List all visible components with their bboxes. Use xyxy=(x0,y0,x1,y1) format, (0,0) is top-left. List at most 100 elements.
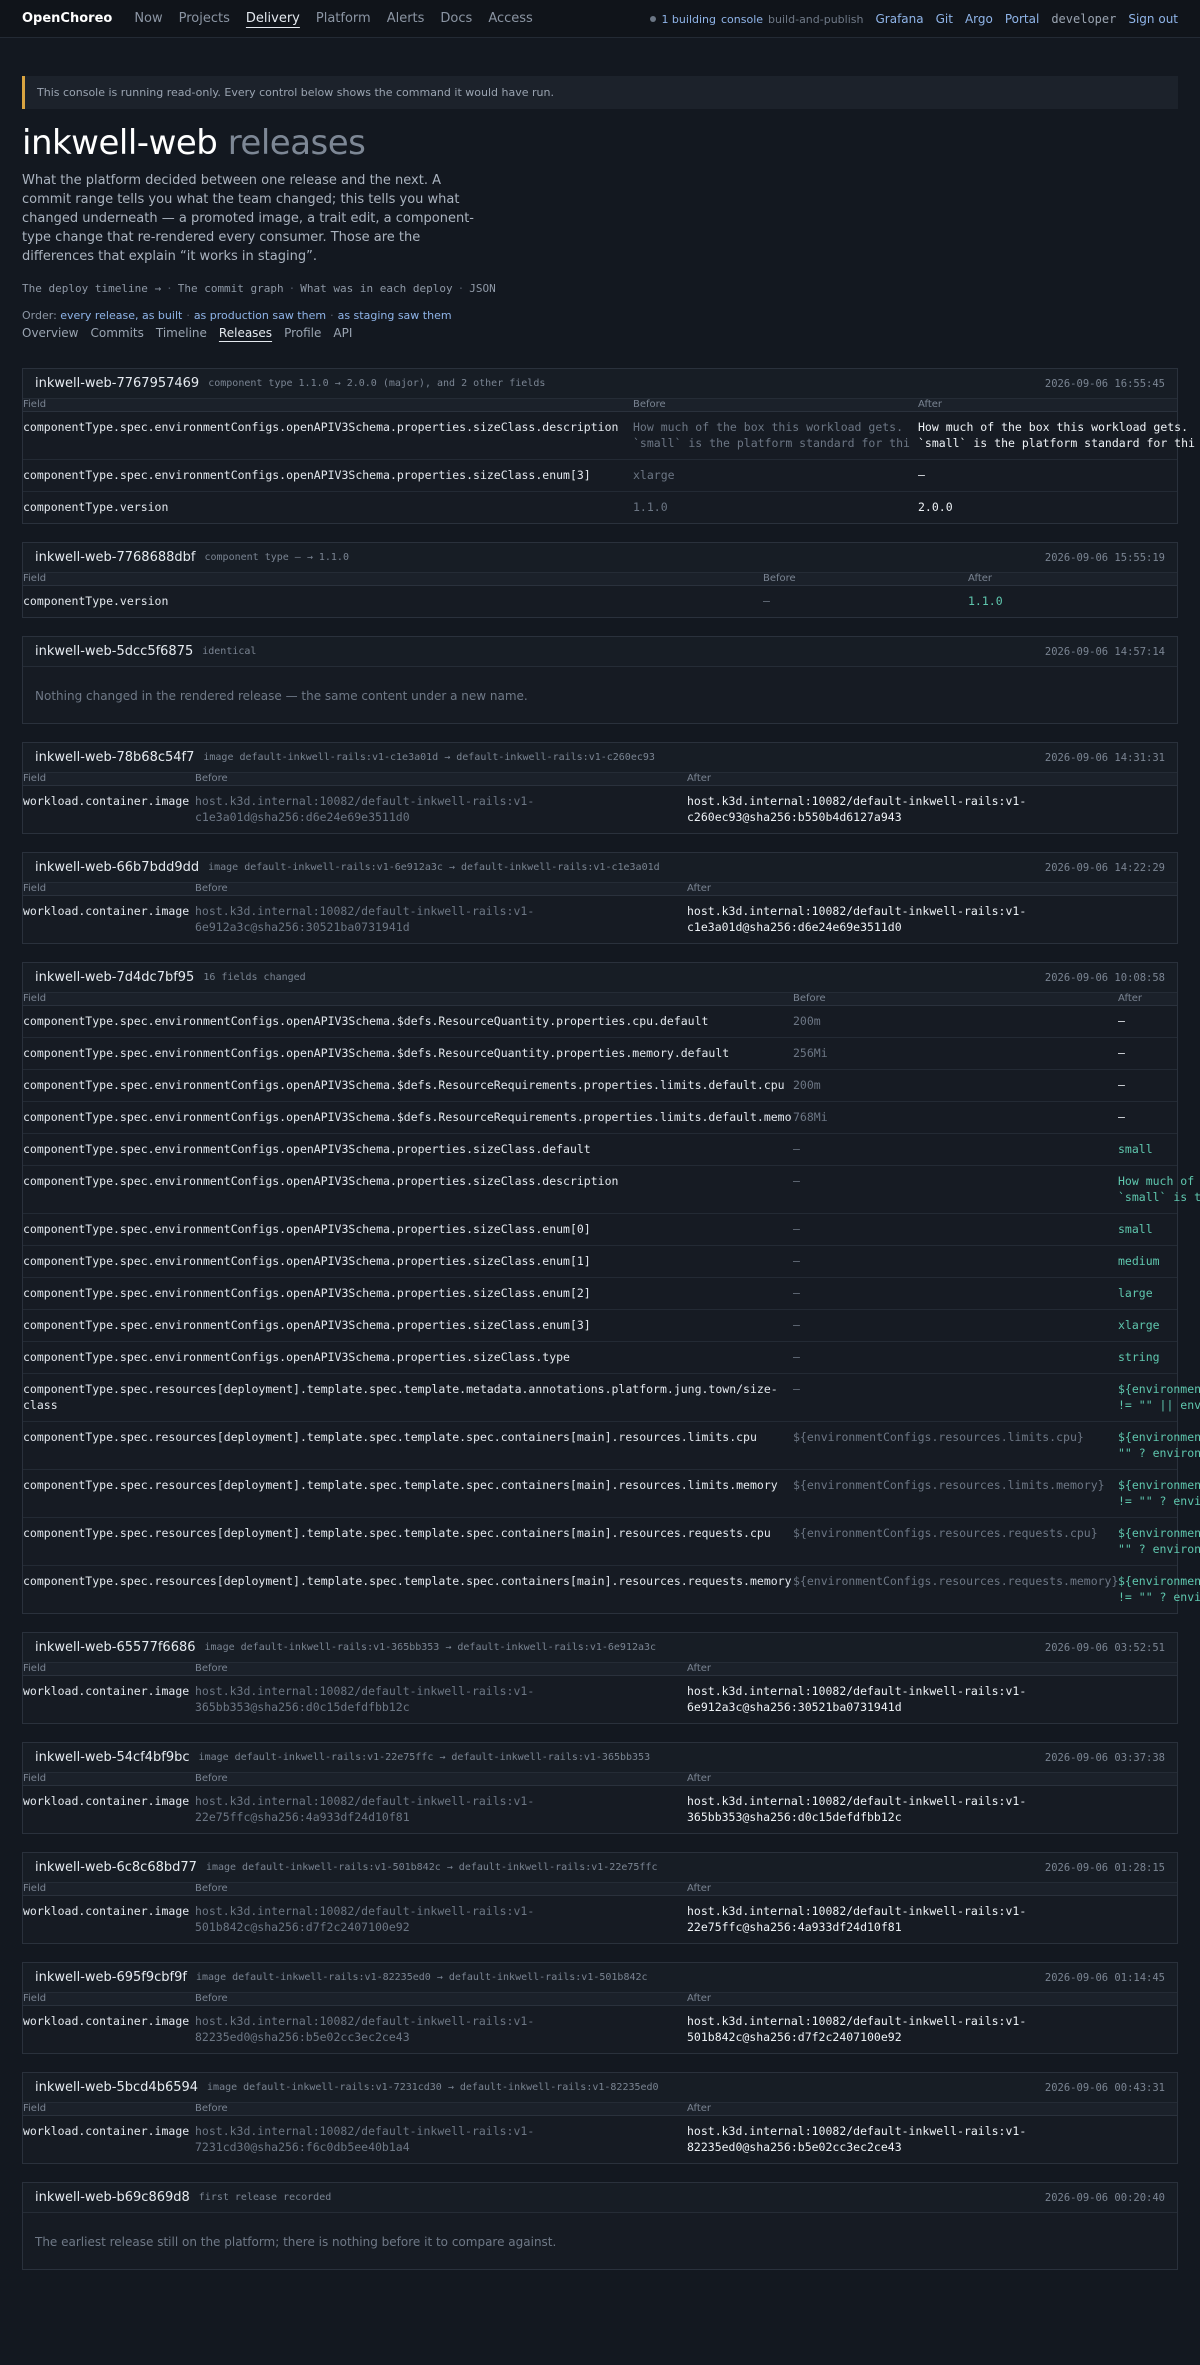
tab-api[interactable]: API xyxy=(333,326,352,340)
release-summary: image default-inkwell-rails:v1-7231cd30 … xyxy=(207,2082,659,2093)
tab-profile[interactable]: Profile xyxy=(284,326,321,340)
order-label: Order: xyxy=(22,309,57,322)
diff-after-value: — xyxy=(1118,1014,1125,1028)
diff-field: componentType.spec.resources[deployment]… xyxy=(23,1430,757,1444)
diff-row: workload.container.image host.k3d.interna… xyxy=(23,2116,1177,2163)
diff-row: workload.container.image host.k3d.interna… xyxy=(23,1676,1177,1723)
column-header-before: Before xyxy=(763,573,796,584)
diff-before-value: 1.1.0 xyxy=(633,500,668,514)
link-commit-graph[interactable]: The commit graph xyxy=(178,282,284,295)
diff-before-value: — xyxy=(793,1222,800,1236)
link-portal[interactable]: Portal xyxy=(1005,12,1039,26)
diff-field: workload.container.image xyxy=(23,2124,190,2138)
release-name[interactable]: inkwell-web-7d4dc7bf95 xyxy=(35,970,194,985)
release-name[interactable]: inkwell-web-b69c869d8 xyxy=(35,2190,190,2205)
link-argo[interactable]: Argo xyxy=(965,12,993,26)
tab-commits[interactable]: Commits xyxy=(91,326,144,340)
release-name[interactable]: inkwell-web-5dcc5f6875 xyxy=(35,644,193,659)
diff-row: componentType.spec.environmentConfigs.op… xyxy=(23,1278,1177,1310)
release-timestamp: 2026-09-06 01:14:45 xyxy=(1044,1971,1165,1984)
column-header-field: Field xyxy=(23,2103,47,2114)
order-option-production[interactable]: as production saw them xyxy=(194,309,326,322)
diff-row: componentType.spec.environmentConfigs.op… xyxy=(23,1310,1177,1342)
tab-overview[interactable]: Overview xyxy=(22,326,79,340)
nav-link-access[interactable]: Access xyxy=(488,11,533,26)
diff-before-value: host.k3d.internal:10082/default-inkwell-… xyxy=(195,1684,535,1714)
diff-after-value: — xyxy=(918,468,925,482)
diff-table-header: Field Before After xyxy=(23,573,1177,586)
diff-before-value: host.k3d.internal:10082/default-inkwell-… xyxy=(195,2124,535,2154)
diff-after-value: medium xyxy=(1118,1254,1160,1268)
release-name[interactable]: inkwell-web-7767957469 xyxy=(35,376,199,391)
current-user: developer xyxy=(1051,12,1117,26)
release-name[interactable]: inkwell-web-66b7bdd9dd xyxy=(35,860,199,875)
diff-field: componentType.spec.environmentConfigs.op… xyxy=(23,468,591,482)
diff-table-header: Field Before After xyxy=(23,1773,1177,1786)
tab-timeline[interactable]: Timeline xyxy=(156,326,207,340)
column-header-before: Before xyxy=(195,2103,228,2114)
build-status[interactable]: 1 building console build-and-publish xyxy=(650,13,863,26)
release-name[interactable]: inkwell-web-695f9cbf9f xyxy=(35,1970,187,1985)
column-header-field: Field xyxy=(23,1663,47,1674)
column-header-before: Before xyxy=(195,773,228,784)
diff-after-value: host.k3d.internal:10082/default-inkwell-… xyxy=(687,1904,1027,1934)
diff-row: workload.container.image host.k3d.interna… xyxy=(23,2006,1177,2053)
nav-link-delivery[interactable]: Delivery xyxy=(246,11,300,26)
release-timestamp: 2026-09-06 01:28:15 xyxy=(1044,1861,1165,1874)
link-deploy-contents[interactable]: What was in each deploy xyxy=(300,282,452,295)
nav-link-now[interactable]: Now xyxy=(134,11,162,26)
release-timestamp: 2026-09-06 14:57:14 xyxy=(1044,645,1165,658)
release-card: inkwell-web-78b68c54f7 image default-inkw… xyxy=(22,742,1178,834)
release-empty-message: The earliest release still on the platfo… xyxy=(35,2235,557,2249)
diff-before-value: — xyxy=(793,1382,800,1396)
link-git[interactable]: Git xyxy=(936,12,953,26)
diff-field: componentType.spec.environmentConfigs.op… xyxy=(23,1110,793,1124)
diff-before-value: 256Mi xyxy=(793,1046,828,1060)
diff-before-value: — xyxy=(793,1286,800,1300)
release-name[interactable]: inkwell-web-54cf4bf9bc xyxy=(35,1750,190,1765)
nav-link-docs[interactable]: Docs xyxy=(440,11,472,26)
nav-link-alerts[interactable]: Alerts xyxy=(387,11,425,26)
diff-before-value: — xyxy=(763,594,770,608)
diff-table-header: Field Before After xyxy=(23,1883,1177,1896)
release-name[interactable]: inkwell-web-5bcd4b6594 xyxy=(35,2080,198,2095)
brand-logo[interactable]: OpenChoreo xyxy=(22,11,112,26)
column-header-before: Before xyxy=(633,399,666,410)
release-card: inkwell-web-7767957469 component type 1.1… xyxy=(22,368,1195,524)
release-timestamp: 2026-09-06 00:43:31 xyxy=(1044,2081,1165,2094)
diff-row: componentType.spec.environmentConfigs.op… xyxy=(23,1038,1177,1070)
column-header-field: Field xyxy=(23,1883,47,1894)
order-option-staging[interactable]: as staging saw them xyxy=(338,309,452,322)
release-name[interactable]: inkwell-web-65577f6686 xyxy=(35,1640,196,1655)
diff-before-value: host.k3d.internal:10082/default-inkwell-… xyxy=(195,2014,535,2044)
diff-row: componentType.spec.environmentConfigs.op… xyxy=(23,1166,1200,1214)
diff-field: workload.container.image xyxy=(23,1794,190,1808)
release-list: inkwell-web-7767957469 component type 1.1… xyxy=(22,368,1200,2270)
diff-after-value: — xyxy=(1118,1046,1125,1060)
nav-link-projects[interactable]: Projects xyxy=(179,11,230,26)
release-name[interactable]: inkwell-web-78b68c54f7 xyxy=(35,750,194,765)
link-deploy-timeline[interactable]: The deploy timeline → xyxy=(22,282,161,295)
tab-releases[interactable]: Releases xyxy=(219,326,272,340)
diff-field: workload.container.image xyxy=(23,1684,190,1698)
diff-after-value: small xyxy=(1118,1142,1153,1156)
diff-row: componentType.spec.environmentConfigs.op… xyxy=(23,1246,1177,1278)
sign-out-link[interactable]: Sign out xyxy=(1128,12,1178,26)
release-timestamp: 2026-09-06 14:22:29 xyxy=(1044,861,1165,874)
link-json[interactable]: JSON xyxy=(469,282,496,295)
diff-field: componentType.spec.resources[deployment]… xyxy=(23,1574,792,1588)
column-header-after: After xyxy=(687,1773,712,1784)
separator-dot: · xyxy=(457,282,465,295)
link-grafana[interactable]: Grafana xyxy=(875,12,923,26)
column-header-after: After xyxy=(1118,993,1143,1004)
order-option-as-built[interactable]: every release, as built xyxy=(60,309,182,322)
release-header: inkwell-web-7768688dbf component type — →… xyxy=(23,543,1177,573)
column-header-field: Field xyxy=(23,1773,47,1784)
release-header: inkwell-web-65577f6686 image default-inkw… xyxy=(23,1633,1177,1663)
column-header-before: Before xyxy=(195,1663,228,1674)
diff-after-value: ${environment "" ? environm xyxy=(1118,1526,1200,1556)
nav-link-platform[interactable]: Platform xyxy=(316,11,371,26)
release-name[interactable]: inkwell-web-7768688dbf xyxy=(35,550,195,565)
diff-field: componentType.spec.resources[deployment]… xyxy=(23,1478,778,1492)
release-name[interactable]: inkwell-web-6c8c68bd77 xyxy=(35,1860,197,1875)
